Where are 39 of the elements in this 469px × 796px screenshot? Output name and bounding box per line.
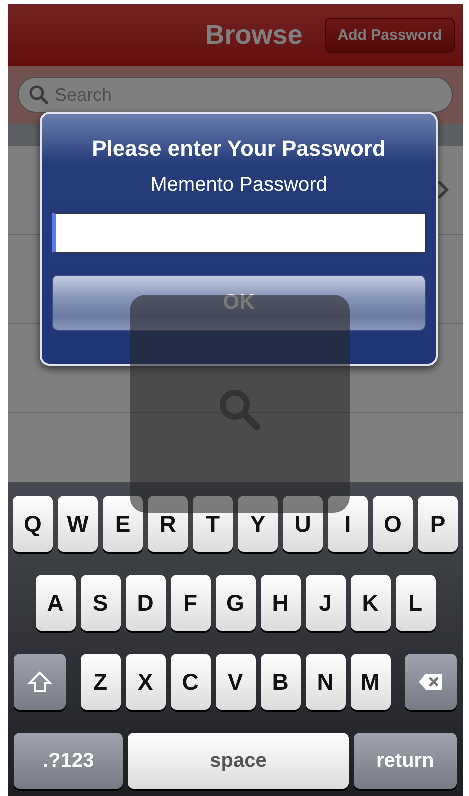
chevron-icon: [437, 180, 449, 200]
search-icon: [29, 85, 49, 105]
letter-key[interactable]: F: [170, 575, 210, 631]
letter-key[interactable]: E: [103, 496, 143, 552]
list-row[interactable]: [8, 413, 463, 482]
letter-key[interactable]: X: [126, 654, 166, 710]
space-key[interactable]: space: [128, 733, 349, 789]
letter-key[interactable]: R: [148, 496, 188, 552]
shift-key[interactable]: [14, 654, 66, 710]
letter-key[interactable]: Q: [13, 496, 53, 552]
dialog-message: Memento Password: [150, 174, 328, 197]
letter-key[interactable]: I: [328, 496, 368, 552]
delete-key[interactable]: [405, 654, 457, 710]
letter-key[interactable]: N: [306, 654, 346, 710]
letter-key[interactable]: Z: [80, 654, 120, 710]
backspace-icon: [418, 671, 444, 693]
letter-key[interactable]: A: [36, 575, 76, 631]
letter-key[interactable]: Y: [238, 496, 278, 552]
letter-key[interactable]: V: [216, 654, 256, 710]
shift-arrow-icon: [27, 671, 53, 693]
search-icon: [217, 387, 263, 433]
letter-key[interactable]: O: [373, 496, 413, 552]
letter-key[interactable]: W: [58, 496, 98, 552]
letter-key[interactable]: P: [418, 496, 458, 552]
password-field[interactable]: [52, 213, 426, 253]
letter-key[interactable]: G: [216, 575, 256, 631]
letter-key[interactable]: D: [126, 575, 166, 631]
dialog-title: Please enter Your Password: [92, 136, 386, 162]
letter-key[interactable]: J: [306, 575, 346, 631]
letter-key[interactable]: H: [260, 575, 300, 631]
letter-key[interactable]: K: [350, 575, 390, 631]
letter-key[interactable]: L: [396, 575, 436, 631]
letter-key[interactable]: C: [170, 654, 210, 710]
letter-key[interactable]: B: [260, 654, 300, 710]
letter-key[interactable]: U: [283, 496, 323, 552]
nav-title: Browse: [205, 20, 303, 50]
letter-key[interactable]: S: [80, 575, 120, 631]
letter-key[interactable]: M: [350, 654, 390, 710]
letter-key[interactable]: T: [193, 496, 233, 552]
